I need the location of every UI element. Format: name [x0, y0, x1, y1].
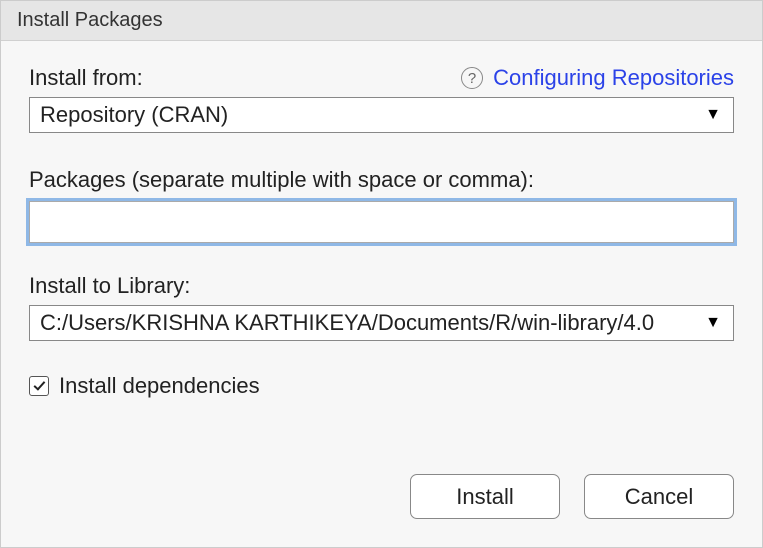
chevron-down-icon: ▼: [705, 106, 721, 124]
configuring-repositories-link[interactable]: Configuring Repositories: [493, 65, 734, 91]
dialog-footer: Install Cancel: [1, 474, 762, 547]
chevron-down-icon: ▼: [705, 314, 721, 332]
dialog-title: Install Packages: [17, 9, 163, 32]
install-to-label: Install to Library:: [29, 273, 734, 299]
checkmark-icon: [33, 378, 45, 390]
install-from-label: Install from:: [29, 65, 143, 91]
install-to-select[interactable]: C:/Users/KRISHNA KARTHIKEYA/Documents/R/…: [29, 305, 734, 341]
install-from-select[interactable]: Repository (CRAN) ▼: [29, 97, 734, 133]
packages-input[interactable]: [29, 201, 734, 243]
help-icon[interactable]: ?: [461, 67, 483, 89]
install-from-value: Repository (CRAN): [40, 102, 228, 128]
install-from-row: Install from: ? Configuring Repositories: [29, 65, 734, 91]
install-dependencies-checkbox[interactable]: [29, 376, 49, 396]
cancel-button[interactable]: Cancel: [584, 474, 734, 519]
install-dependencies-label: Install dependencies: [59, 373, 260, 399]
dialog-content: Install from: ? Configuring Repositories…: [1, 41, 762, 474]
install-to-value: C:/Users/KRISHNA KARTHIKEYA/Documents/R/…: [40, 310, 654, 336]
help-area: ? Configuring Repositories: [461, 65, 734, 91]
install-button[interactable]: Install: [410, 474, 560, 519]
packages-label: Packages (separate multiple with space o…: [29, 167, 734, 193]
dialog-titlebar: Install Packages: [1, 1, 762, 41]
install-dependencies-row: Install dependencies: [29, 373, 734, 399]
